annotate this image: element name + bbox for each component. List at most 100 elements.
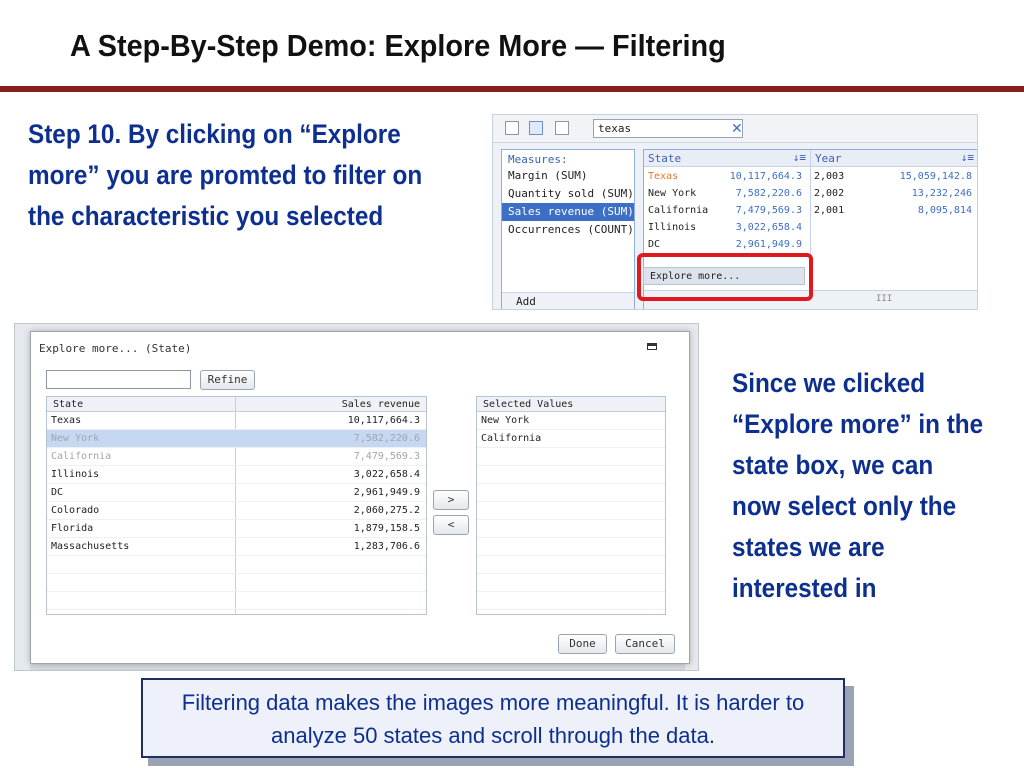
selected-values-table: Selected Values New York California [476, 396, 666, 615]
toolbar: texas ✕ [493, 115, 977, 143]
layout-icon[interactable] [505, 121, 519, 135]
state-value: 10,117,664.3 [729, 171, 802, 182]
year-label: 2,001 [814, 205, 845, 216]
background-left [15, 324, 30, 670]
revenue-cell: 1,879,158.5 [353, 523, 420, 534]
year-row[interactable]: 2,003 15,059,142.8 [810, 171, 972, 188]
explore-dialog-screenshot: Explore more... (State) Refine State Sal… [14, 323, 699, 671]
measure-item[interactable]: Quantity sold (SUM) [502, 185, 634, 203]
state-row[interactable]: Illinois 3,022,658.4 [644, 222, 810, 239]
state-cell: California [51, 451, 112, 462]
table-row-empty [47, 556, 426, 574]
column-header-revenue[interactable]: Sales revenue [342, 399, 420, 410]
state-cell: Illinois [51, 469, 100, 480]
scroll-grip[interactable]: III [876, 294, 892, 304]
state-cell: New York [51, 433, 100, 444]
year-row[interactable]: 2,001 8,095,814 [810, 205, 972, 222]
state-row[interactable]: Texas 10,117,664.3 [644, 171, 810, 188]
table-row-empty [477, 574, 665, 592]
revenue-cell: 2,060,275.2 [353, 505, 420, 516]
done-button[interactable]: Done [558, 634, 607, 654]
table-header: Selected Values [477, 397, 665, 412]
state-value: 2,961,949.9 [735, 239, 802, 250]
year-label: 2,003 [814, 171, 845, 182]
search-input[interactable]: texas [593, 119, 743, 138]
state-column-header[interactable]: State ↓≡ [644, 150, 810, 167]
cancel-button[interactable]: Cancel [615, 634, 675, 654]
state-cell: Texas [51, 415, 82, 426]
refine-button[interactable]: Refine [200, 370, 255, 390]
explore-more-dialog: Explore more... (State) Refine State Sal… [30, 331, 690, 664]
state-cell: DC [51, 487, 64, 498]
list-view-icon[interactable] [529, 121, 543, 135]
year-row[interactable]: 2,002 13,232,246 [810, 188, 972, 205]
table-row[interactable]: California 7,479,569.3 [47, 448, 426, 466]
revenue-cell: 10,117,664.3 [347, 415, 420, 426]
year-value: 15,059,142.8 [899, 171, 972, 182]
year-value: 8,095,814 [917, 205, 972, 216]
table-row-empty [47, 574, 426, 592]
table-row[interactable]: Illinois 3,022,658.4 [47, 466, 426, 484]
side-description: Since we clicked “Explore more” in the s… [732, 368, 984, 603]
table-row-selected[interactable]: New York 7,582,220.6 [47, 430, 426, 448]
table-row-empty [477, 502, 665, 520]
available-values-table: State Sales revenue Texas 10,117,664.3 N… [46, 396, 427, 615]
state-value: 3,022,658.4 [735, 222, 802, 233]
table-row[interactable]: DC 2,961,949.9 [47, 484, 426, 502]
table-header: State Sales revenue [47, 397, 426, 412]
table-row-empty [477, 448, 665, 466]
table-row[interactable]: Florida 1,879,158.5 [47, 520, 426, 538]
state-name: DC [648, 239, 661, 250]
add-selection-button[interactable]: > [433, 490, 469, 510]
measure-item[interactable]: Margin (SUM) [502, 167, 634, 185]
selected-row[interactable]: California [477, 430, 665, 448]
revenue-cell: 1,283,706.6 [353, 541, 420, 552]
table-row-empty [477, 520, 665, 538]
state-cell: Massachusetts [51, 541, 130, 552]
table-row-empty [477, 592, 665, 610]
state-row[interactable]: New York 7,582,220.6 [644, 188, 810, 205]
measure-item-selected[interactable]: Sales revenue (SUM) [502, 203, 634, 221]
state-cell: Colorado [51, 505, 100, 516]
column-header-selected[interactable]: Selected Values [483, 399, 573, 410]
year-label: 2,002 [814, 188, 845, 199]
table-row[interactable]: Massachusetts 1,283,706.6 [47, 538, 426, 556]
state-header-label: State [648, 152, 682, 165]
measure-item[interactable]: Occurrences (COUNT) [502, 221, 634, 239]
state-cell: Florida [51, 523, 94, 534]
sort-icon[interactable]: ↓≡ [961, 151, 974, 164]
state-row[interactable]: California 7,479,569.3 [644, 205, 810, 222]
measures-panel: Measures: Margin (SUM) Quantity sold (SU… [501, 149, 635, 309]
filter-input[interactable] [46, 370, 191, 389]
table-row-empty [477, 538, 665, 556]
revenue-cell: 3,022,658.4 [353, 469, 420, 480]
maximize-icon[interactable] [647, 343, 657, 350]
slide-title: A Step-By-Step Demo: Explore More — Filt… [70, 28, 726, 63]
revenue-cell: 2,961,949.9 [353, 487, 420, 498]
state-value: 7,582,220.6 [735, 188, 802, 199]
revenue-cell: 7,582,220.6 [353, 433, 420, 444]
close-icon[interactable]: ✕ [731, 120, 743, 137]
table-row-empty [477, 466, 665, 484]
year-header-label: Year [815, 152, 842, 165]
table-row[interactable]: Colorado 2,060,275.2 [47, 502, 426, 520]
state-value: 7,479,569.3 [735, 205, 802, 216]
selected-value: California [481, 433, 542, 444]
table-row-empty [47, 592, 426, 610]
state-name: New York [648, 188, 697, 199]
dialog-title: Explore more... (State) [39, 342, 192, 355]
highlight-annotation [637, 253, 813, 301]
state-name: California [648, 205, 709, 216]
year-column-header[interactable]: Year ↓≡ [810, 150, 977, 167]
column-header-state[interactable]: State [53, 399, 83, 410]
step-description: Step 10. By clicking on “Explore more” y… [28, 119, 423, 231]
selected-row[interactable]: New York [477, 412, 665, 430]
table-row-empty [477, 484, 665, 502]
sort-icon[interactable]: ↓≡ [793, 151, 806, 164]
grid-view-icon[interactable] [555, 121, 569, 135]
remove-selection-button[interactable]: < [433, 515, 469, 535]
add-calculation-button[interactable]: Add Calculation... [502, 292, 634, 309]
callout-box: Filtering data makes the images more mea… [141, 678, 845, 758]
selected-value: New York [481, 415, 530, 426]
table-row[interactable]: Texas 10,117,664.3 [47, 412, 426, 430]
